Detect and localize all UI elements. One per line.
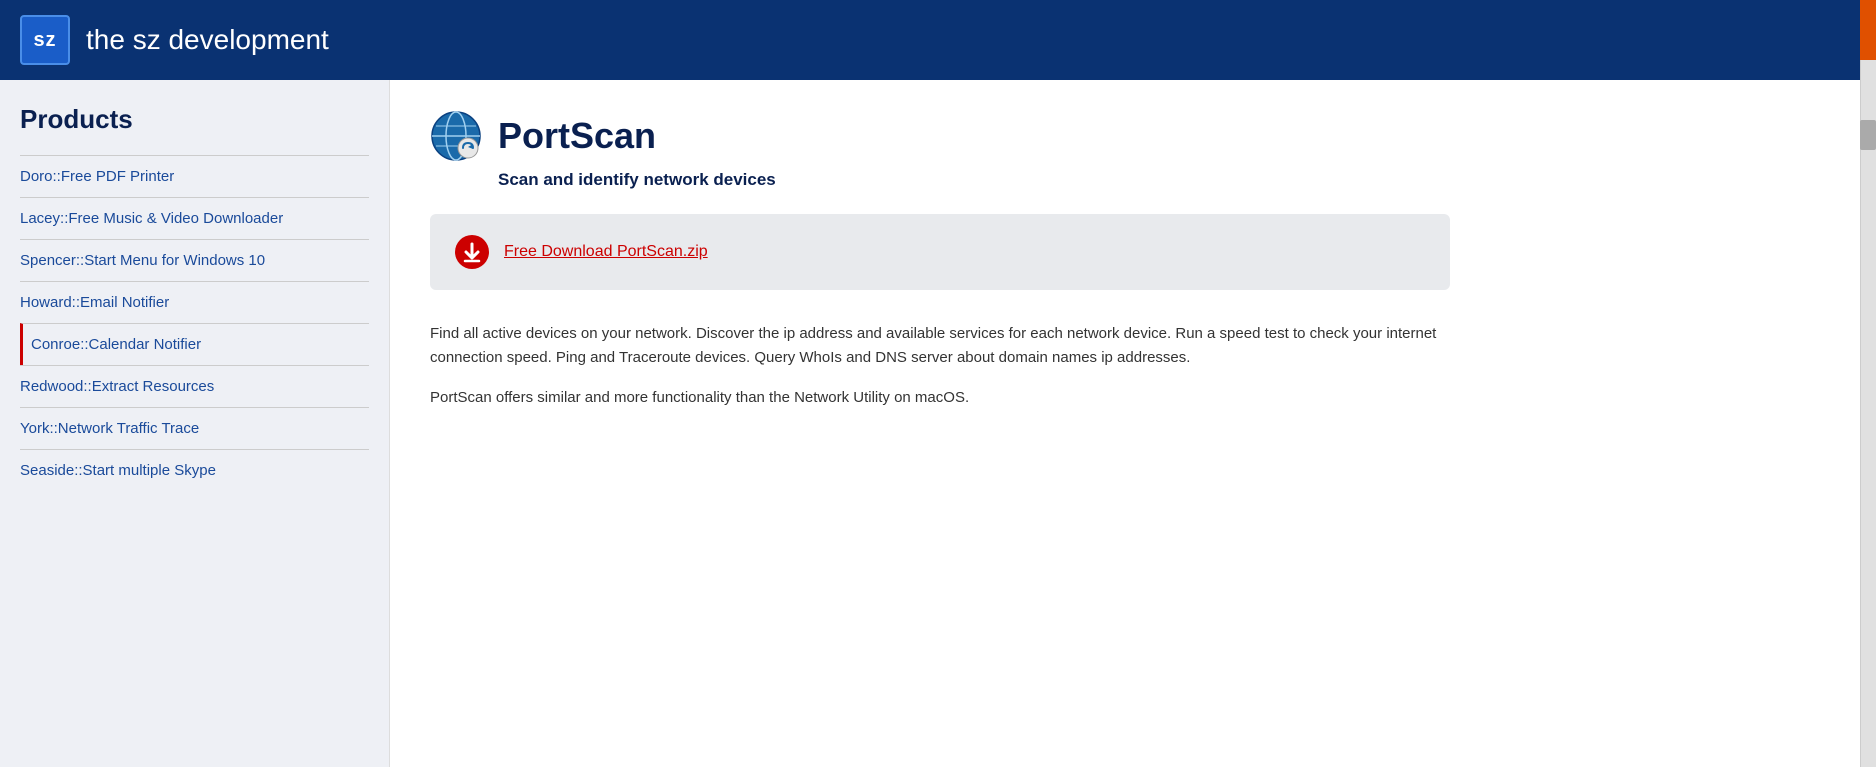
description-paragraph-2: PortScan offers similar and more functio… [430, 386, 1450, 410]
main-content: PortScan Scan and identify network devic… [390, 80, 1876, 767]
main-layout: Products Doro::Free PDF PrinterLacey::Fr… [0, 80, 1876, 767]
sidebar-items-container: Doro::Free PDF PrinterLacey::Free Music … [20, 155, 369, 491]
product-header: PortScan [430, 110, 1836, 162]
sidebar-item-spencer[interactable]: Spencer::Start Menu for Windows 10 [20, 239, 369, 281]
site-title: the sz development [86, 24, 329, 56]
logo-text: sz [33, 29, 56, 52]
download-icon [454, 234, 490, 270]
product-title: PortScan [498, 115, 656, 157]
sidebar-item-conroe[interactable]: Conroe::Calendar Notifier [20, 323, 369, 365]
scrollbar-thumb-mid[interactable] [1860, 120, 1876, 150]
description-paragraph-1: Find all active devices on your network.… [430, 322, 1450, 370]
sidebar-heading: Products [20, 104, 369, 135]
sidebar-item-lacey[interactable]: Lacey::Free Music & Video Downloader [20, 197, 369, 239]
sidebar-item-seaside[interactable]: Seaside::Start multiple Skype [20, 449, 369, 491]
sidebar-item-doro[interactable]: Doro::Free PDF Printer [20, 155, 369, 197]
download-link[interactable]: Free Download PortScan.zip [504, 243, 708, 261]
sidebar-item-redwood[interactable]: Redwood::Extract Resources [20, 365, 369, 407]
product-icon [430, 110, 482, 162]
description-block: Find all active devices on your network.… [430, 322, 1450, 410]
sidebar-item-howard[interactable]: Howard::Email Notifier [20, 281, 369, 323]
sidebar: Products Doro::Free PDF PrinterLacey::Fr… [0, 80, 390, 767]
scrollbar-thumb-top [1860, 0, 1876, 60]
sidebar-item-york[interactable]: York::Network Traffic Trace [20, 407, 369, 449]
scrollbar[interactable] [1860, 0, 1876, 767]
product-subtitle: Scan and identify network devices [498, 170, 1836, 190]
logo-box: sz [20, 15, 70, 65]
site-header: sz the sz development [0, 0, 1876, 80]
download-box: Free Download PortScan.zip [430, 214, 1450, 290]
